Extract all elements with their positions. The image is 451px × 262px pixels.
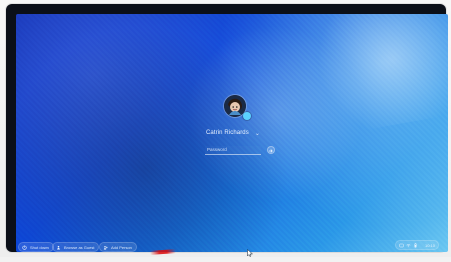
browse-as-guest-button[interactable]: Browse as Guest — [52, 242, 99, 252]
status-icons — [399, 243, 418, 248]
notification-icon — [399, 243, 404, 248]
browse-as-guest-label: Browse as Guest — [64, 245, 94, 250]
avatar-badge — [243, 112, 251, 120]
add-person-icon — [103, 245, 108, 250]
shut-down-button[interactable]: Shut down — [18, 242, 54, 252]
wifi-icon — [406, 243, 411, 248]
time-label: 10:10 — [425, 243, 435, 248]
guest-icon — [56, 245, 61, 250]
battery-icon — [413, 243, 418, 248]
chevron-down-icon[interactable]: ⌄ — [255, 130, 260, 137]
user-selector[interactable]: Catrin Richards ⌄ — [206, 127, 326, 139]
arrow-right-icon — [268, 141, 274, 159]
user-name: Catrin Richards — [206, 130, 249, 136]
add-person-button[interactable]: Add Person — [99, 242, 137, 252]
status-area[interactable]: 10:10 — [395, 240, 439, 250]
add-person-label: Add Person — [111, 245, 132, 250]
screen-glare — [298, 14, 448, 138]
shut-down-label: Shut down — [30, 245, 49, 250]
mouse-cursor-icon — [247, 244, 253, 252]
power-icon — [22, 245, 27, 250]
password-row — [205, 145, 267, 155]
password-input[interactable] — [205, 146, 261, 155]
submit-button[interactable] — [267, 146, 275, 154]
